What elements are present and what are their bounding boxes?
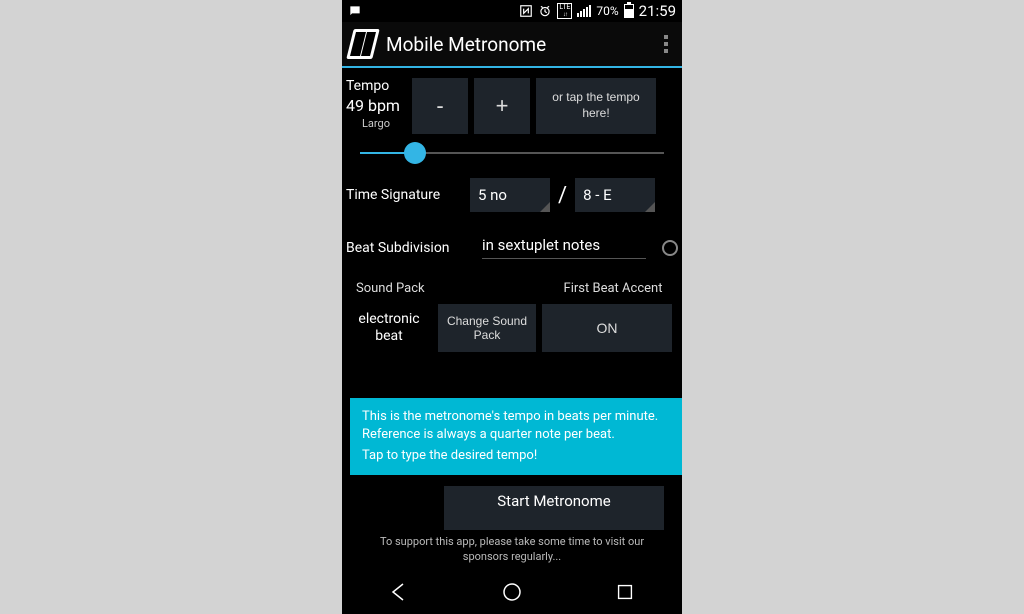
- message-icon: [348, 4, 362, 18]
- sound-pack-name: electronic beat: [346, 311, 432, 345]
- battery-icon: [624, 4, 634, 18]
- tempo-label: Tempo: [346, 78, 406, 94]
- status-bar: LTE ↓↑ 70% 21:59: [342, 0, 682, 22]
- tempo-name: Largo: [346, 117, 406, 130]
- first-beat-accent-toggle[interactable]: ON: [542, 304, 672, 352]
- tempo-bpm: 49 bpm: [346, 96, 406, 115]
- app-icon: [346, 29, 379, 59]
- beat-subdivision-radio[interactable]: [662, 240, 678, 256]
- beat-subdivision-value[interactable]: in sextuplet notes: [482, 236, 646, 259]
- sponsor-text: To support this app, please take some ti…: [342, 535, 682, 564]
- recent-apps-button[interactable]: [595, 574, 655, 610]
- time-signature-numerator[interactable]: 5 no: [470, 178, 550, 212]
- tooltip-line2: Tap to type the desired tempo!: [362, 447, 670, 465]
- lte-indicator: LTE ↓↑: [557, 3, 572, 19]
- navigation-bar: [342, 570, 682, 614]
- battery-pct: 70%: [596, 4, 618, 18]
- first-beat-accent-header: First Beat Accent: [548, 281, 678, 296]
- phone-frame: LTE ↓↑ 70% 21:59 Mobile Metronome Tempo …: [342, 0, 682, 614]
- sound-pack-header: Sound Pack: [346, 281, 548, 296]
- signal-icon: [577, 5, 591, 17]
- tempo-tooltip[interactable]: This is the metronome's tempo in beats p…: [350, 398, 682, 475]
- change-sound-pack-button[interactable]: Change Sound Pack: [438, 304, 536, 352]
- content: Tempo 49 bpm Largo - + or tap the tempo …: [342, 68, 682, 570]
- back-button[interactable]: [369, 574, 429, 610]
- alarm-icon: [538, 4, 552, 18]
- tempo-minus-button[interactable]: -: [412, 78, 468, 134]
- clock: 21:59: [639, 2, 676, 20]
- start-metronome-button[interactable]: Start Metronome: [444, 486, 664, 530]
- nfc-icon: [519, 4, 533, 18]
- tooltip-line1: This is the metronome's tempo in beats p…: [362, 408, 670, 443]
- tempo-slider[interactable]: [360, 152, 664, 154]
- time-signature-denominator[interactable]: 8 - E: [575, 178, 655, 212]
- time-signature-label: Time Signature: [346, 187, 462, 203]
- app-title: Mobile Metronome: [386, 33, 658, 56]
- tap-tempo-button[interactable]: or tap the tempo here!: [536, 78, 656, 134]
- tempo-readout[interactable]: Tempo 49 bpm Largo: [346, 78, 406, 130]
- time-signature-slash: /: [558, 183, 567, 208]
- overflow-menu-button[interactable]: [658, 29, 674, 59]
- action-bar: Mobile Metronome: [342, 22, 682, 68]
- beat-subdivision-label: Beat Subdivision: [346, 240, 472, 256]
- tempo-plus-button[interactable]: +: [474, 78, 530, 134]
- home-button[interactable]: [482, 574, 542, 610]
- tempo-slider-thumb[interactable]: [404, 142, 426, 164]
